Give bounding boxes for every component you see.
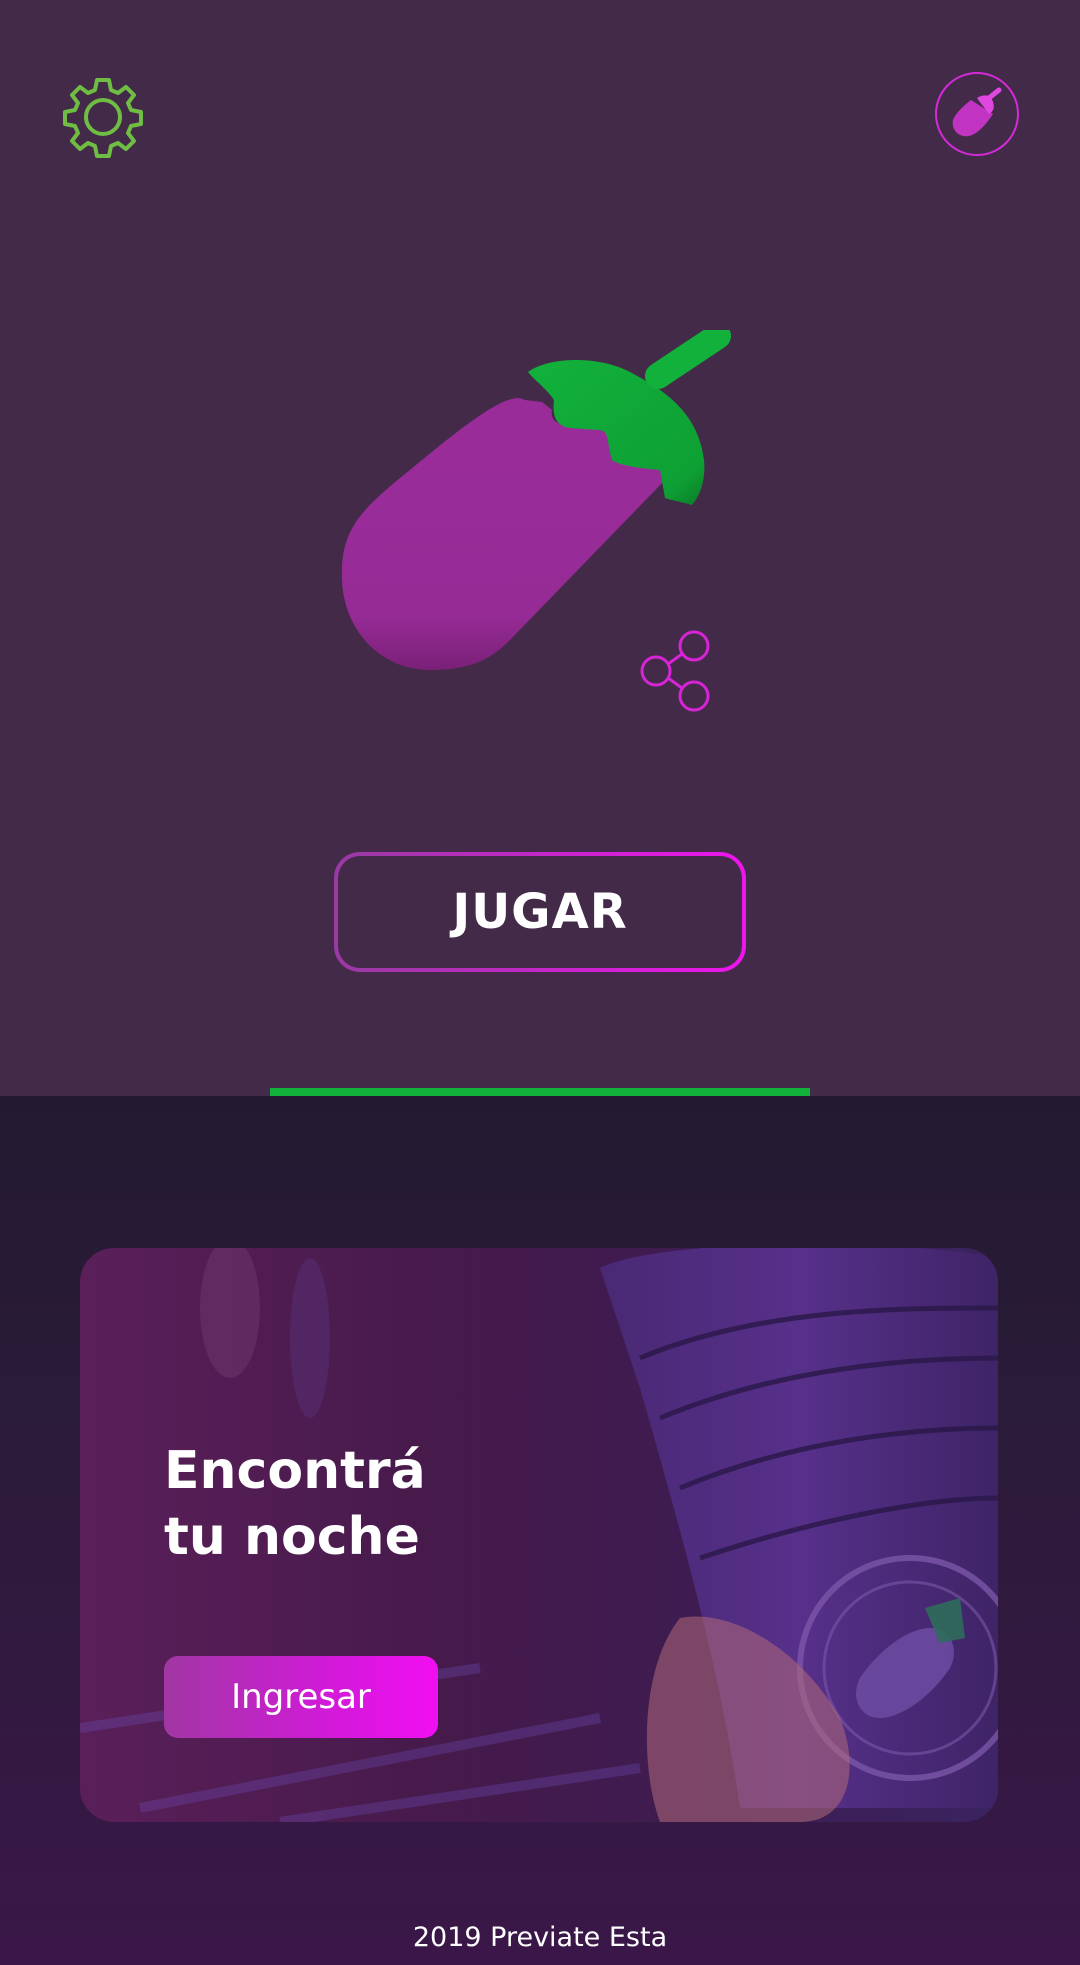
promo-title: Encontrá tu noche xyxy=(164,1438,564,1570)
eggplant-icon xyxy=(952,87,1002,137)
gear-icon xyxy=(63,78,143,158)
tab-indicator xyxy=(270,1088,810,1096)
settings-button[interactable] xyxy=(58,72,148,162)
share-button[interactable] xyxy=(636,626,716,716)
promo-title-line1: Encontrá xyxy=(164,1441,426,1501)
profile-button[interactable] xyxy=(935,72,1019,156)
share-icon xyxy=(640,630,710,712)
promo-card[interactable]: Encontrá tu noche Ingresar xyxy=(80,1248,998,1822)
home-screen: JUGAR Encontrá tu noche Ingresar 2019 Pr… xyxy=(0,0,1080,1965)
footer-text: 2019 Previate Esta xyxy=(412,1922,668,1953)
promo-title-line2: tu noche xyxy=(164,1507,420,1567)
enter-button[interactable]: Ingresar xyxy=(164,1656,438,1738)
top-section: JUGAR xyxy=(0,0,1080,1096)
play-button[interactable]: JUGAR xyxy=(334,852,746,972)
